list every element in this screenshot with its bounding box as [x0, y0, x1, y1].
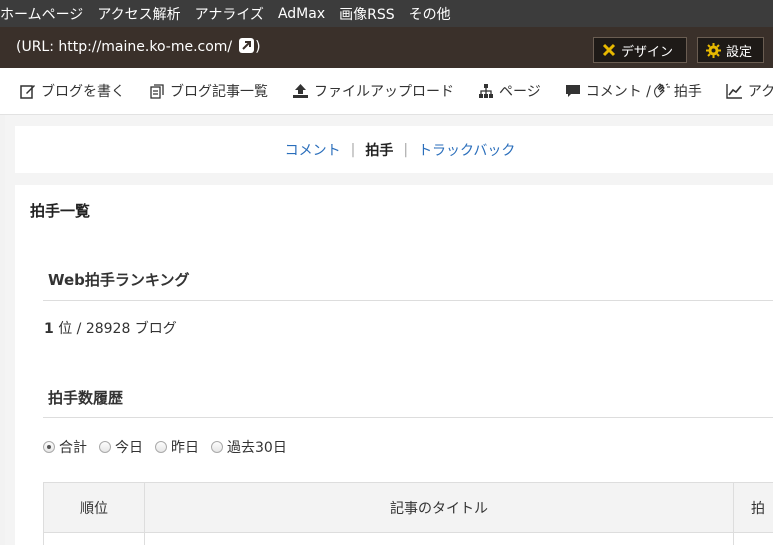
radio-yesterday[interactable]: 昨日 [155, 437, 199, 457]
nav-other[interactable]: その他 [409, 4, 451, 24]
list-icon [150, 84, 164, 99]
rank-number: 1 [44, 321, 54, 337]
column-header-title: 記事のタイトル [144, 482, 734, 533]
divider [43, 417, 773, 418]
radio-label: 合計 [59, 440, 87, 456]
menu-blog-list-label: ブログ記事一覧 [170, 84, 268, 100]
radio-label: 昨日 [171, 440, 199, 456]
nav-admax[interactable]: AdMax [278, 6, 325, 22]
radio-button[interactable] [43, 441, 55, 453]
radio-button[interactable] [211, 441, 223, 453]
edit-icon [20, 85, 35, 99]
menu-page-label: ページ [499, 84, 541, 100]
gear-icon [706, 42, 721, 58]
nav-access-analysis[interactable]: アクセス解析 [97, 4, 180, 24]
menu-access[interactable]: アク [726, 81, 773, 101]
menu-page[interactable]: ページ [478, 81, 541, 101]
design-tools-icon [602, 43, 616, 57]
page-title: 拍手一覧 [30, 202, 91, 220]
comment-clap-subtabs: コメント | 拍手 | トラックバック [15, 126, 773, 173]
menu-comment-clap[interactable]: コメント / 拍手 [565, 81, 702, 101]
design-button[interactable]: デザイン [593, 37, 687, 63]
radio-label: 今日 [115, 440, 143, 456]
design-button-label: デザイン [621, 44, 674, 60]
nav-analyze[interactable]: アナライズ [195, 4, 264, 24]
menu-access-label: アク [747, 84, 773, 100]
clap-icon [653, 83, 670, 98]
column-header-claps: 拍 [733, 482, 773, 533]
blog-url-close: ) [255, 39, 261, 55]
nav-homepage[interactable]: ホームページ [0, 4, 83, 24]
history-section-title: 拍手数履歴 [48, 389, 124, 407]
history-period-radios: 合計 今日 昨日 過去30日 [43, 437, 299, 457]
radio-total[interactable]: 合計 [43, 437, 87, 457]
settings-button-label: 設定 [726, 44, 753, 60]
menu-file-upload[interactable]: ファイルアップロード [292, 81, 454, 101]
menu-write-blog[interactable]: ブログを書く [20, 81, 125, 101]
radio-button[interactable] [155, 441, 167, 453]
tab-comment[interactable]: コメント [285, 140, 341, 160]
comment-icon [565, 85, 580, 97]
blog-url-text: (URL: http://maine.ko-me.com/ [16, 39, 233, 55]
table-row [43, 532, 773, 545]
sitemap-icon [479, 84, 493, 98]
tab-separator: | [350, 141, 356, 158]
column-header-rank: 順位 [43, 482, 145, 533]
menu-write-blog-label: ブログを書く [41, 84, 125, 100]
admin-menu: ブログを書く ブログ記事一覧 ファイルアップロード ページ コメント / 拍手 … [0, 68, 773, 115]
chart-icon [726, 84, 742, 99]
tab-trackback[interactable]: トラックバック [418, 140, 515, 160]
radio-today[interactable]: 今日 [99, 437, 143, 457]
menu-blog-list[interactable]: ブログ記事一覧 [149, 81, 268, 101]
settings-button[interactable]: 設定 [697, 37, 764, 63]
clap-history-table: 順位 記事のタイトル 拍 [43, 482, 773, 545]
upload-icon [293, 84, 308, 98]
menu-clap-label: 拍手 [673, 84, 702, 100]
nav-image-rss[interactable]: 画像RSS [339, 4, 395, 24]
external-link-icon[interactable] [238, 37, 255, 58]
menu-file-upload-label: ファイルアップロード [314, 84, 454, 100]
tab-clap[interactable]: 拍手 [365, 140, 393, 160]
blog-url[interactable]: (URL: http://maine.ko-me.com/) [16, 37, 261, 58]
ranking-section-title: Web拍手ランキング [48, 271, 190, 289]
radio-button[interactable] [99, 441, 111, 453]
rank-unit: 位 / 28928 ブログ [53, 321, 177, 337]
menu-comment-label: コメント / [585, 84, 651, 100]
ranking-value: 1 位 / 28928 ブログ [44, 318, 177, 338]
radio-label: 過去30日 [227, 440, 287, 456]
top-navigation: ホームページ アクセス解析 アナライズ AdMax 画像RSS その他 [0, 0, 773, 27]
tab-separator: | [403, 141, 409, 158]
radio-past-30-days[interactable]: 過去30日 [211, 437, 287, 457]
divider [43, 300, 773, 301]
